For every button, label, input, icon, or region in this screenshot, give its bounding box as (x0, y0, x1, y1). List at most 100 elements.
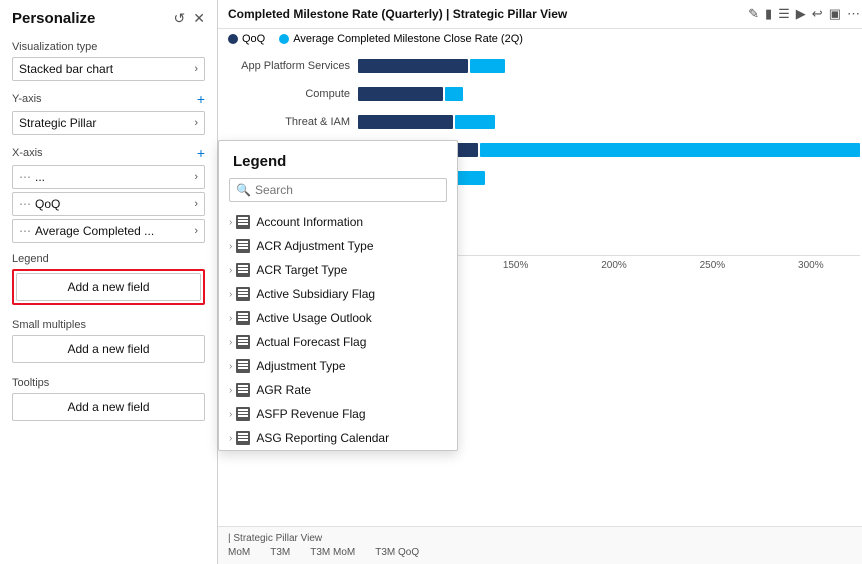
yaxis-header: Y-axis + (12, 91, 205, 107)
viz-type-dropdown[interactable]: Stacked bar chart › (12, 57, 205, 81)
tooltips-label: Tooltips (12, 377, 205, 389)
chart-header: Completed Milestone Rate (Quarterly) | S… (218, 0, 862, 29)
viz-type-chevron: › (194, 63, 198, 75)
legend-item-qoq: QoQ (228, 33, 265, 45)
chart-title: Completed Milestone Rate (Quarterly) | S… (228, 7, 567, 21)
yaxis-add-icon[interactable]: + (197, 91, 205, 107)
list-item-acr-target[interactable]: › ACR Target Type (219, 258, 457, 282)
bar-label-2: Compute (228, 88, 358, 100)
panel-title: Personalize (12, 10, 95, 27)
legend-section-header: Legend (12, 253, 205, 265)
yaxis-chevron: › (194, 117, 198, 129)
list-item-label-2: ACR Adjustment Type (256, 239, 373, 253)
bar-dark-1 (358, 59, 468, 73)
expand-arrow-7: › (229, 361, 232, 372)
xaxis-field-2-name: QoQ (35, 197, 194, 211)
list-item-label-5: Active Usage Outlook (256, 311, 371, 325)
bar-light-3 (455, 115, 495, 129)
viz-type-label: Visualization type (12, 41, 205, 53)
yaxis-label: Y-axis (12, 93, 42, 105)
legend-search[interactable]: 🔍 (229, 178, 447, 202)
legend-add-field-button[interactable]: Add a new field (16, 273, 201, 301)
list-item-label-8: AGR Rate (256, 383, 311, 397)
list-item-adjustment[interactable]: › Adjustment Type (219, 354, 457, 378)
xaxis-field-3-name: Average Completed ... (35, 224, 194, 238)
bottom-label-mom: MoM (228, 547, 250, 558)
xaxis-field-1[interactable]: ⋯ ... › (12, 165, 205, 189)
legend-dot-qoq (228, 34, 238, 44)
list-item-asfp[interactable]: › ASFP Revenue Flag (219, 402, 457, 426)
bar-dark-3 (358, 115, 453, 129)
list-item-acr-adj[interactable]: › ACR Adjustment Type (219, 234, 457, 258)
expand-arrow-4: › (229, 289, 232, 300)
bar-dark-2 (358, 87, 443, 101)
list-item-agr-rate[interactable]: › AGR Rate (219, 378, 457, 402)
table-icon-7 (236, 359, 250, 373)
bottom-label-t3mmom: T3M MoM (310, 547, 355, 558)
list-item-label-9: ASFP Revenue Flag (256, 407, 365, 421)
bar-label-3: Threat & IAM (228, 116, 358, 128)
table-icon-2 (236, 239, 250, 253)
xaxis-add-icon[interactable]: + (197, 145, 205, 161)
tooltips-add-button[interactable]: Add a new field (12, 393, 205, 421)
list-item-actual-forecast[interactable]: › Actual Forecast Flag (219, 330, 457, 354)
bar-row-1: App Platform Services (228, 55, 860, 77)
bar-light-1 (470, 59, 505, 73)
x-tick-3: 200% (565, 260, 663, 271)
xaxis-field-2[interactable]: ⋯ QoQ › (12, 192, 205, 216)
expand-arrow-6: › (229, 337, 232, 348)
list-item-label-3: ACR Target Type (256, 263, 347, 277)
small-multiples-label: Small multiples (12, 319, 205, 331)
legend-label-qoq: QoQ (242, 33, 265, 45)
edit-icon[interactable]: ✎ (748, 6, 759, 22)
bottom-label-t3m: T3M (270, 547, 290, 558)
undo-icon[interactable]: ↩ (812, 6, 823, 22)
bar-light-4 (480, 143, 860, 157)
legend-box: Add a new field (12, 269, 205, 305)
dots-icon: ⋯ (19, 170, 31, 184)
xaxis-field-3[interactable]: ⋯ Average Completed ... › (12, 219, 205, 243)
left-panel: Personalize ↺ ✕ Visualization type Stack… (0, 0, 218, 564)
reset-icon[interactable]: ↺ (174, 10, 186, 27)
list-item-label: Account Information (256, 215, 363, 229)
viz-type-value: Stacked bar chart (19, 62, 113, 76)
legend-search-input[interactable] (255, 183, 440, 197)
bar-row-2: Compute (228, 83, 860, 105)
expand-icon[interactable]: ▣ (829, 6, 841, 22)
list-item-label-6: Actual Forecast Flag (256, 335, 366, 349)
xaxis-field-1-name: ... (35, 170, 194, 184)
list-item-label-10: ASG Reporting Calendar (256, 431, 389, 445)
x-tick-2: 150% (466, 260, 564, 271)
yaxis-dropdown[interactable]: Strategic Pillar › (12, 111, 205, 135)
list-item-account-info[interactable]: › Account Information (219, 210, 457, 234)
more-icon[interactable]: ⋯ (847, 6, 860, 22)
table-icon-6 (236, 335, 250, 349)
dots-icon-2: ⋯ (19, 197, 31, 211)
yaxis-value: Strategic Pillar (19, 116, 96, 130)
right-area: Completed Milestone Rate (Quarterly) | S… (218, 0, 862, 564)
small-multiples-section: Small multiples Add a new field (12, 319, 205, 363)
copy-icon[interactable]: ▮ (765, 6, 772, 22)
legend-list: › Account Information › ACR Adjustment T… (219, 210, 457, 450)
xaxis-label: X-axis (12, 147, 43, 159)
table-icon-5 (236, 311, 250, 325)
list-item-active-sub[interactable]: › Active Subsidiary Flag (219, 282, 457, 306)
table-icon-3 (236, 263, 250, 277)
drill-icon[interactable]: ▶ (796, 6, 806, 22)
list-item-asg-cal[interactable]: › ASG Reporting Calendar (219, 426, 457, 450)
expand-arrow-1: › (229, 217, 232, 228)
expand-arrow-9: › (229, 409, 232, 420)
bar-container-2 (358, 86, 860, 102)
bar-container-1 (358, 58, 860, 74)
close-icon[interactable]: ✕ (193, 10, 205, 27)
bar-label-1: App Platform Services (228, 60, 358, 72)
bar-row-3: Threat & IAM (228, 111, 860, 133)
bar-container-3 (358, 114, 860, 130)
small-multiples-add-button[interactable]: Add a new field (12, 335, 205, 363)
list-item-active-usage[interactable]: › Active Usage Outlook (219, 306, 457, 330)
xaxis-field-2-chevron: › (194, 198, 198, 210)
bottom-section: | Strategic Pillar View MoM T3M T3M MoM … (218, 526, 862, 564)
format-icon[interactable]: ☰ (778, 6, 790, 22)
legend-item-avg: Average Completed Milestone Close Rate (… (279, 33, 523, 45)
bottom-label-t3mqoq: T3M QoQ (375, 547, 419, 558)
